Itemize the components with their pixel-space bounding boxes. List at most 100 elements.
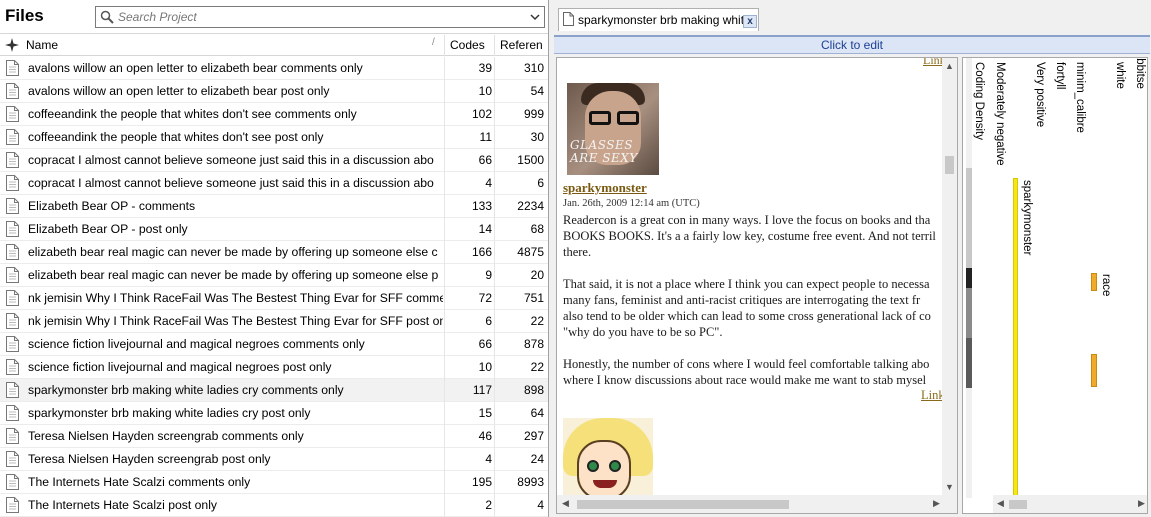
search-input[interactable] <box>118 9 518 25</box>
file-references: 310 <box>523 61 544 75</box>
file-codes: 133 <box>471 199 492 213</box>
file-name: nk jemisin Why I Think RaceFail Was The … <box>28 291 443 305</box>
files-panel: Files Name / Codes Referen avalons willo… <box>0 0 549 517</box>
document-icon <box>6 290 19 306</box>
file-name: Teresa Nielsen Hayden screengrab comment… <box>28 429 304 443</box>
bottom-link[interactable]: Link <box>921 387 944 403</box>
file-references: 64 <box>530 406 544 420</box>
file-row[interactable]: science fiction livejournal and magical … <box>0 333 548 356</box>
column-references[interactable]: Referen <box>500 38 543 52</box>
document-vertical-scrollbar[interactable]: ▲ ▼ <box>942 58 957 495</box>
document-icon <box>6 313 19 329</box>
file-row[interactable]: elizabeth bear real magic can never be m… <box>0 264 548 287</box>
search-box[interactable] <box>95 6 545 28</box>
scroll-right-icon[interactable]: ▶ <box>933 498 940 509</box>
scroll-left-icon[interactable]: ◀ <box>997 498 1004 509</box>
file-row[interactable]: Elizabeth Bear OP - comments 133 2234 <box>0 195 548 218</box>
tab-label: sparkymonster brb making white <box>578 13 751 27</box>
file-codes: 72 <box>478 291 492 305</box>
file-row[interactable]: copracat I almost cannot believe someone… <box>0 172 548 195</box>
file-row[interactable]: avalons willow an open letter to elizabe… <box>0 57 548 80</box>
file-codes: 10 <box>478 84 492 98</box>
file-row[interactable]: coffeeandink the people that whites don'… <box>0 126 548 149</box>
click-to-edit-bar[interactable]: Click to edit <box>554 35 1150 54</box>
column-name[interactable]: Name <box>26 38 58 52</box>
coding-stripe-sparkymonster[interactable] <box>1013 178 1018 498</box>
stripe-label: Moderately negative <box>994 62 1006 166</box>
scroll-thumb[interactable] <box>577 500 789 509</box>
file-name: copracat I almost cannot believe someone… <box>28 176 434 190</box>
coding-stripe-race[interactable] <box>1091 273 1097 291</box>
files-title: Files <box>5 6 44 25</box>
file-name: Elizabeth Bear OP - post only <box>28 222 188 236</box>
close-icon[interactable]: x <box>743 15 757 28</box>
stripes-horizontal-scrollbar[interactable]: ◀ ▶ <box>993 495 1147 513</box>
file-row[interactable]: nk jemisin Why I Think RaceFail Was The … <box>0 287 548 310</box>
scroll-thumb[interactable] <box>945 156 954 174</box>
file-row[interactable]: nk jemisin Why I Think RaceFail Was The … <box>0 310 548 333</box>
file-name: sparkymonster brb making white ladies cr… <box>28 406 311 420</box>
file-row[interactable]: Teresa Nielsen Hayden screengrab comment… <box>0 425 548 448</box>
document-icon <box>6 336 19 352</box>
stripe-label: fortyll <box>1054 62 1066 90</box>
document-icon <box>6 405 19 421</box>
file-references: 751 <box>523 291 544 305</box>
file-references: 20 <box>530 268 544 282</box>
file-name: avalons willow an open letter to elizabe… <box>28 61 363 75</box>
file-row[interactable]: The Internets Hate Scalzi post only 2 4 <box>0 494 548 517</box>
stripe-bar-label: sparkymonster <box>1021 180 1033 256</box>
top-link[interactable]: Link <box>923 58 944 68</box>
column-header: Name / Codes Referen <box>0 35 548 56</box>
file-name: The Internets Hate Scalzi post only <box>28 498 218 512</box>
avatar-commenter <box>563 418 653 495</box>
coding-stripe-race[interactable] <box>1091 354 1097 387</box>
scroll-right-icon[interactable]: ▶ <box>1138 498 1145 509</box>
document-view[interactable]: Link GLASSES ARE SEXY sparkymonster Jan. … <box>556 57 958 514</box>
column-codes[interactable]: Codes <box>450 38 485 52</box>
file-codes: 2 <box>485 498 492 512</box>
avatar-sparkymonster: GLASSES ARE SEXY <box>567 83 659 175</box>
file-name: science fiction livejournal and magical … <box>28 360 332 374</box>
document-icon <box>6 60 19 76</box>
coding-stripes[interactable]: Coding Density Moderately negative Very … <box>962 57 1148 514</box>
file-row[interactable]: coffeeandink the people that whites don'… <box>0 103 548 126</box>
scroll-up-icon[interactable]: ▲ <box>945 61 954 71</box>
column-divider[interactable] <box>494 35 495 56</box>
document-icon <box>6 198 19 214</box>
tab-document[interactable]: sparkymonster brb making white x <box>558 8 759 31</box>
file-row[interactable]: The Internets Hate Scalzi comments only 1… <box>0 471 548 494</box>
paragraph-3: Honestly, the number of cons where I wou… <box>563 357 930 387</box>
file-codes: 46 <box>478 429 492 443</box>
files-header: Files <box>0 0 548 34</box>
file-name: nk jemisin Why I Think RaceFail Was The … <box>28 314 443 328</box>
file-references: 24 <box>530 452 544 466</box>
file-name: sparkymonster brb making white ladies cr… <box>28 383 344 397</box>
author-link[interactable]: sparkymonster <box>563 180 647 196</box>
chevron-down-icon[interactable] <box>529 11 541 23</box>
file-row[interactable]: copracat I almost cannot believe someone… <box>0 149 548 172</box>
paragraph-2: That said, it is not a place where I thi… <box>563 277 931 339</box>
file-row[interactable]: Teresa Nielsen Hayden screengrab post on… <box>0 448 548 471</box>
scroll-thumb[interactable] <box>1009 500 1027 509</box>
scroll-left-icon[interactable]: ◀ <box>562 498 569 509</box>
document-horizontal-scrollbar[interactable]: ◀ ▶ <box>557 495 957 513</box>
paragraph-1: Readercon is a great con in many ways. I… <box>563 213 936 259</box>
document-icon <box>6 428 19 444</box>
column-divider[interactable] <box>444 35 445 56</box>
stripe-bar-label: race <box>1100 274 1112 297</box>
file-name: Teresa Nielsen Hayden screengrab post on… <box>28 452 271 466</box>
file-row[interactable]: Elizabeth Bear OP - post only 14 68 <box>0 218 548 241</box>
pin-icon[interactable] <box>4 37 20 53</box>
scroll-down-icon[interactable]: ▼ <box>945 482 954 492</box>
document-icon <box>6 244 19 260</box>
stripe-label: Very positive <box>1034 62 1046 128</box>
file-row[interactable]: science fiction livejournal and magical … <box>0 356 548 379</box>
file-references: 6 <box>537 176 544 190</box>
file-row[interactable]: avalons willow an open letter to elizabe… <box>0 80 548 103</box>
file-references: 898 <box>523 383 544 397</box>
file-name: science fiction livejournal and magical … <box>28 337 365 351</box>
file-references: 1500 <box>517 153 544 167</box>
file-row[interactable]: sparkymonster brb making white ladies cr… <box>0 379 548 402</box>
file-row[interactable]: elizabeth bear real magic can never be m… <box>0 241 548 264</box>
file-row[interactable]: sparkymonster brb making white ladies cr… <box>0 402 548 425</box>
